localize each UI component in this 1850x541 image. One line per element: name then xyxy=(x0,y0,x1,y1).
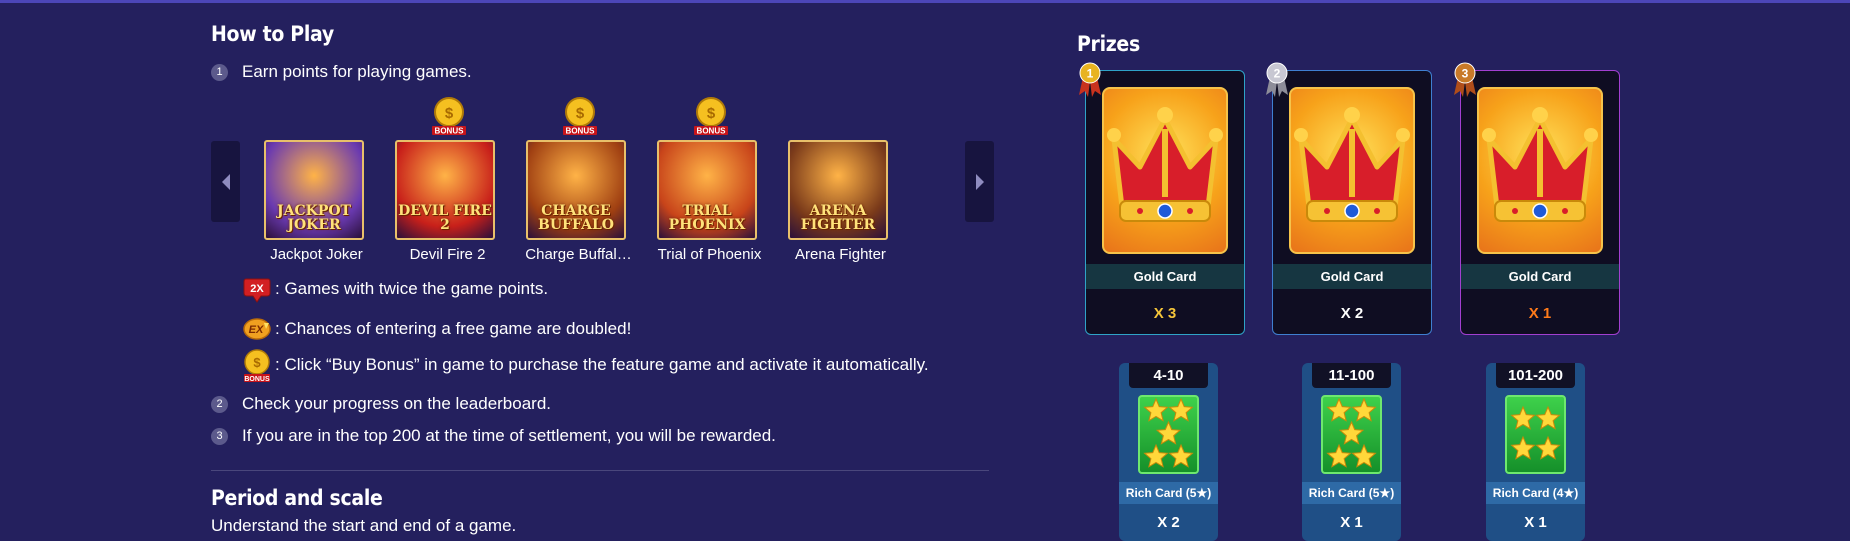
legend-2x: 2X : Games with twice the game points. xyxy=(243,274,548,304)
step-3: 3 If you are in the top 200 at the time … xyxy=(211,425,776,447)
card-quantity: X 2 xyxy=(1340,304,1364,322)
game-art-title: DEVIL FIRE 2 xyxy=(398,203,492,233)
rich-card-art xyxy=(1321,395,1382,474)
rich-card-art xyxy=(1505,395,1566,474)
rank-range: 101-200 xyxy=(1496,363,1575,388)
crown-icon xyxy=(1294,107,1410,222)
game-art-title: TRIAL PHOENIX xyxy=(668,203,746,233)
legend-2x-text: : Games with twice the game points. xyxy=(275,279,549,298)
svg-text:BONUS: BONUS xyxy=(244,376,270,383)
game-thumbnail[interactable]: DEVIL FIRE 2 xyxy=(395,140,495,240)
section-divider xyxy=(211,470,989,471)
step-number: 1 xyxy=(211,63,228,81)
game-name: Devil Fire 2 xyxy=(409,246,486,263)
rich-card-prize: 11-100 Rich Card (5★) X 1 xyxy=(1302,363,1401,541)
prize-card-rank-1: 1 Gold Card X 3 xyxy=(1079,62,1245,335)
how-to-play-title: How to Play xyxy=(211,22,334,46)
medal-rank: 3 xyxy=(1462,67,1469,81)
legend-bonus-text: : Click “Buy Bonus” in game to purchase … xyxy=(275,355,929,374)
step-text: Earn points for playing games. xyxy=(242,62,472,81)
crown-icon xyxy=(1482,107,1598,222)
bonus-coin-icon: $ BONUS xyxy=(694,97,728,136)
card-label: Gold Card xyxy=(1086,264,1244,289)
rich-card-prize: 4-10 Rich Card (5★) X 2 xyxy=(1119,363,1218,541)
period-subtitle: Understand the start and end of a game. xyxy=(211,516,517,535)
rich-card-quantity: X 1 xyxy=(1340,513,1363,531)
game-name: Charge Buffal… xyxy=(525,246,632,263)
svg-text:$: $ xyxy=(445,105,454,122)
rich-card-label: Rich Card (4★) xyxy=(1486,482,1585,504)
stars-icon xyxy=(1326,397,1377,468)
medal-rank: 1 xyxy=(1087,67,1094,81)
game-carousel: JACKPOT JOKER Jackpot Joker $ BONUS DEVIL FI… xyxy=(211,92,996,267)
prizes-title: Prizes xyxy=(1077,32,1140,56)
step-number: 2 xyxy=(211,395,228,413)
rich-card-label: Rich Card (5★) xyxy=(1302,482,1401,504)
prize-card-rank-2: 2 Gold Card X 2 xyxy=(1266,62,1432,335)
rank-range: 4-10 xyxy=(1129,363,1208,388)
step-text: Check your progress on the leaderboard. xyxy=(242,394,552,413)
svg-text:$: $ xyxy=(707,105,716,122)
card-quantity: X 1 xyxy=(1528,304,1552,322)
legend-ex: EX : Chances of entering a free game are… xyxy=(243,314,631,344)
step-text: If you are in the top 200 at the time of… xyxy=(242,426,776,445)
how-to-play-section: How to Play 1 Earn points for playing ga… xyxy=(211,0,994,541)
gold-card-art xyxy=(1477,87,1603,254)
card-label: Gold Card xyxy=(1273,264,1431,289)
game-thumbnail[interactable]: JACKPOT JOKER xyxy=(264,140,364,240)
crown-icon xyxy=(1107,107,1223,222)
game-thumbnail[interactable]: TRIAL PHOENIX xyxy=(657,140,757,240)
gold-card-art xyxy=(1102,87,1228,254)
carousel-prev-button[interactable] xyxy=(211,141,240,222)
svg-text:2X: 2X xyxy=(250,283,264,295)
step-1: 1 Earn points for playing games. xyxy=(211,61,472,83)
bonus-badge-text: BONUS xyxy=(566,127,596,136)
rich-card-prize: 101-200 Rich Card (4★) X 1 xyxy=(1486,363,1585,541)
bonus-badge-text: BONUS xyxy=(435,127,465,136)
medal-icon: 2 xyxy=(1266,62,1288,97)
ex-icon: EX xyxy=(243,314,271,344)
medal-rank: 2 xyxy=(1274,67,1281,81)
game-art-title: ARENA FIGHTER xyxy=(800,203,876,233)
game-art-title: JACKPOT JOKER xyxy=(277,203,351,233)
card-label: Gold Card xyxy=(1461,264,1619,289)
rich-card-quantity: X 2 xyxy=(1157,513,1180,531)
svg-text:EX: EX xyxy=(249,324,264,336)
game-thumbnail[interactable]: CHARGE BUFFALO xyxy=(526,140,626,240)
rich-card-art xyxy=(1138,395,1199,474)
bonus-badge-text: BONUS xyxy=(697,127,727,136)
svg-text:$: $ xyxy=(576,105,585,122)
medal-icon: 1 xyxy=(1079,62,1101,97)
prizes-section: Prizes 1 Gold Card X 3 2 Gold Card X 2 3 Gold C… xyxy=(1077,0,1637,541)
game-name: Arena Fighter xyxy=(795,246,886,263)
svg-text:$: $ xyxy=(253,355,261,370)
stars-icon xyxy=(1143,397,1194,468)
gold-card-art xyxy=(1289,87,1415,254)
legend-ex-text: : Chances of entering a free game are do… xyxy=(275,319,632,338)
game-thumbnail[interactable]: ARENA FIGHTER xyxy=(788,140,888,240)
rich-card-quantity: X 1 xyxy=(1524,513,1547,531)
bonus-coin-icon: $ BONUS xyxy=(432,97,466,136)
game-name: Trial of Phoenix xyxy=(657,246,762,263)
step-2: 2 Check your progress on the leaderboard… xyxy=(211,393,551,415)
legend-bonus: $ BONUS : Click “Buy Bonus” in game to p… xyxy=(243,349,929,383)
step-number: 3 xyxy=(211,427,228,445)
chevron-left-icon xyxy=(221,173,230,190)
medal-icon: 3 xyxy=(1454,62,1476,97)
card-quantity: X 3 xyxy=(1153,304,1177,322)
game-art-title: CHARGE BUFFALO xyxy=(537,203,614,233)
period-title: Period and scale xyxy=(211,486,383,510)
rich-card-label: Rich Card (5★) xyxy=(1119,482,1218,504)
rank-range: 11-100 xyxy=(1312,363,1391,388)
carousel-next-button[interactable] xyxy=(965,141,994,222)
bonus-coin-icon: $ BONUS xyxy=(563,97,597,136)
chevron-right-icon xyxy=(975,173,984,190)
bonus-coin-icon: $ BONUS xyxy=(243,349,271,383)
game-name: Jackpot Joker xyxy=(270,246,363,263)
prize-card-rank-3: 3 Gold Card X 1 xyxy=(1454,62,1620,335)
stars-icon xyxy=(1510,405,1561,460)
2x-icon: 2X xyxy=(243,274,271,304)
